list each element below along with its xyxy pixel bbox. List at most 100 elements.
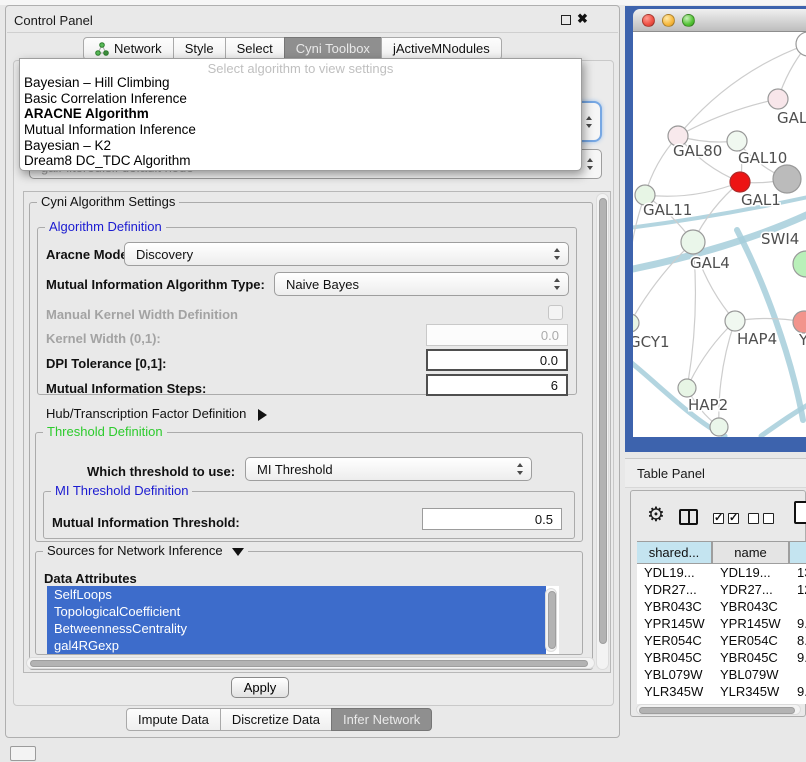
float-window-icon[interactable] xyxy=(561,15,571,25)
table-cell: 9. xyxy=(790,649,806,666)
network-node-gal1[interactable] xyxy=(730,172,750,192)
table-row[interactable]: YDL19...YDL19...13 xyxy=(637,564,806,581)
tab-select[interactable]: Select xyxy=(225,37,285,60)
table-cell: YDL19... xyxy=(713,564,790,581)
network-node-label: GCY1 xyxy=(633,333,670,351)
table-row[interactable]: YDR27...YDR27...12 xyxy=(637,581,806,598)
tab-style[interactable]: Style xyxy=(173,37,226,60)
bottom-tab-discretize-data[interactable]: Discretize Data xyxy=(220,708,332,731)
network-edge[interactable] xyxy=(678,99,778,136)
network-node-gal4[interactable] xyxy=(681,230,705,254)
zoom-traffic-light-icon[interactable] xyxy=(682,14,695,27)
network-view[interactable]: GALGAL80GAL10GAL1GAL11GAL4SWI4GCY1HAP4YH… xyxy=(633,32,806,437)
network-node-label: HAP4 xyxy=(737,330,777,348)
cyni-settings-legend: Cyni Algorithm Settings xyxy=(37,194,179,209)
table-column-header[interactable]: shared... xyxy=(637,541,712,564)
tab-label: Network xyxy=(114,41,162,56)
network-window-titlebar[interactable] xyxy=(633,9,806,32)
dropdown-item[interactable]: Bayesian – K2 xyxy=(20,138,581,154)
aracne-mode-label: Aracne Mode: xyxy=(46,247,132,262)
mi-type-combo[interactable]: Naive Bayes xyxy=(274,272,569,296)
network-node-label: GAL xyxy=(777,109,806,127)
table-cell: 8. xyxy=(790,632,806,649)
threshold-definition-legend: Threshold Definition xyxy=(43,424,167,439)
close-traffic-light-icon[interactable] xyxy=(642,14,655,27)
mi-threshold-field[interactable]: 0.5 xyxy=(422,508,562,530)
gear-icon[interactable]: ⚙ xyxy=(647,505,665,525)
dropdown-item[interactable]: Bayesian – Hill Climbing xyxy=(20,75,581,91)
network-node-label: GAL10 xyxy=(738,149,787,167)
aracne-mode-combo[interactable]: Discovery xyxy=(124,242,569,266)
dpi-tolerance-field[interactable]: 0.0 xyxy=(426,349,568,371)
tab-network[interactable]: Network xyxy=(83,37,174,60)
settings-scroll-area: Cyni Algorithm Settings Algorithm Defini… xyxy=(23,191,611,673)
data-attributes-list[interactable]: SelfLoopsTopologicalCoefficientBetweenne… xyxy=(47,586,559,654)
network-node-gal[interactable] xyxy=(768,89,788,109)
table-row[interactable]: YPR145WYPR145W9. xyxy=(637,615,806,632)
tab-label: jActiveMNodules xyxy=(393,41,490,56)
select-all-columns-icon[interactable] xyxy=(713,513,739,524)
settings-vscrollbar[interactable] xyxy=(596,193,609,670)
network-node-hap2[interactable] xyxy=(678,379,696,397)
mi-steps-field[interactable]: 6 xyxy=(426,374,568,396)
network-node[interactable] xyxy=(773,165,801,193)
table-column-header[interactable]: name xyxy=(712,541,789,564)
which-threshold-combo[interactable]: MI Threshold xyxy=(245,457,532,481)
table-row[interactable]: YBR045CYBR045C9. xyxy=(637,649,806,666)
dropdown-item[interactable]: Dream8 DC_TDC Algorithm xyxy=(20,153,581,169)
settings-hscrollbar[interactable] xyxy=(26,657,595,669)
split-columns-icon[interactable] xyxy=(679,509,698,525)
attributes-list-scrollbar[interactable] xyxy=(545,588,557,652)
sources-legend-toggle[interactable]: Sources for Network Inference xyxy=(43,543,248,558)
attribute-item[interactable]: SelfLoops xyxy=(47,586,546,603)
deselect-all-columns-icon[interactable] xyxy=(748,513,774,524)
docked-panel-icon[interactable] xyxy=(10,746,36,761)
network-edge[interactable] xyxy=(645,182,740,196)
network-node-gal10[interactable] xyxy=(727,131,747,151)
mi-threshold-legend: MI Threshold Definition xyxy=(51,483,192,498)
table-row[interactable]: YER054CYER054C8. xyxy=(637,632,806,649)
network-node[interactable] xyxy=(710,418,728,436)
table-cell: YER054C xyxy=(637,632,713,649)
network-node-y[interactable] xyxy=(793,311,806,333)
attribute-item[interactable]: TopologicalCoefficient xyxy=(47,603,546,620)
table-cell xyxy=(790,598,806,615)
network-node[interactable] xyxy=(796,32,806,56)
tab-jactivemnodules[interactable]: jActiveMNodules xyxy=(381,37,502,60)
table-panel: ⚙ shared...nameYDL19...YDL19...13YDR27..… xyxy=(630,490,806,717)
apply-button[interactable]: Apply xyxy=(231,677,289,698)
attribute-item[interactable]: BetweennessCentrality xyxy=(47,620,546,637)
dropdown-item[interactable]: ARACNE Algorithm xyxy=(20,106,581,122)
dpi-tolerance-value: 0.0 xyxy=(540,353,558,368)
network-node-hap4[interactable] xyxy=(725,311,745,331)
bottom-tab-infer-network[interactable]: Infer Network xyxy=(331,708,432,731)
dropdown-item[interactable]: Mutual Information Inference xyxy=(20,122,581,138)
network-node-gcy1[interactable] xyxy=(633,314,639,332)
kernel-width-field: 0.0 xyxy=(426,324,568,346)
minimize-traffic-light-icon[interactable] xyxy=(662,14,675,27)
table-hscrollbar[interactable] xyxy=(636,704,801,715)
tab-cyni-toolbox[interactable]: Cyni Toolbox xyxy=(284,37,382,60)
dropdown-item[interactable]: Basic Correlation Inference xyxy=(20,91,581,107)
titlebar-divider xyxy=(7,32,618,33)
control-panel: Control Panel ✖ NetworkStyleSelectCyni T… xyxy=(5,5,620,738)
kernel-width-label: Kernel Width (0,1): xyxy=(46,331,161,346)
table-row[interactable]: YLR345WYLR345W9. xyxy=(637,683,806,700)
network-node-swi4[interactable] xyxy=(793,251,806,277)
table-cell: 13 xyxy=(790,564,806,581)
network-node-label: GAL1 xyxy=(741,191,781,209)
manual-kernel-label: Manual Kernel Width Definition xyxy=(46,307,238,322)
attribute-item[interactable]: gal4RGexp xyxy=(47,637,546,654)
app-root: Control Panel ✖ NetworkStyleSelectCyni T… xyxy=(0,0,806,762)
expand-arrow-icon xyxy=(258,409,267,421)
mi-threshold-label: Mutual Information Threshold: xyxy=(52,515,240,530)
bottom-tab-impute-data[interactable]: Impute Data xyxy=(126,708,221,731)
table-column-header[interactable] xyxy=(789,541,806,564)
hub-definition-toggle[interactable]: Hub/Transcription Factor Definition xyxy=(46,406,267,421)
document-icon[interactable] xyxy=(794,501,806,524)
table-row[interactable]: YBL079WYBL079W xyxy=(637,666,806,683)
mi-threshold-value: 0.5 xyxy=(535,512,553,527)
close-icon[interactable]: ✖ xyxy=(577,11,588,27)
table-row[interactable]: YBR043CYBR043C xyxy=(637,598,806,615)
combo-arrows-icon xyxy=(554,278,561,290)
